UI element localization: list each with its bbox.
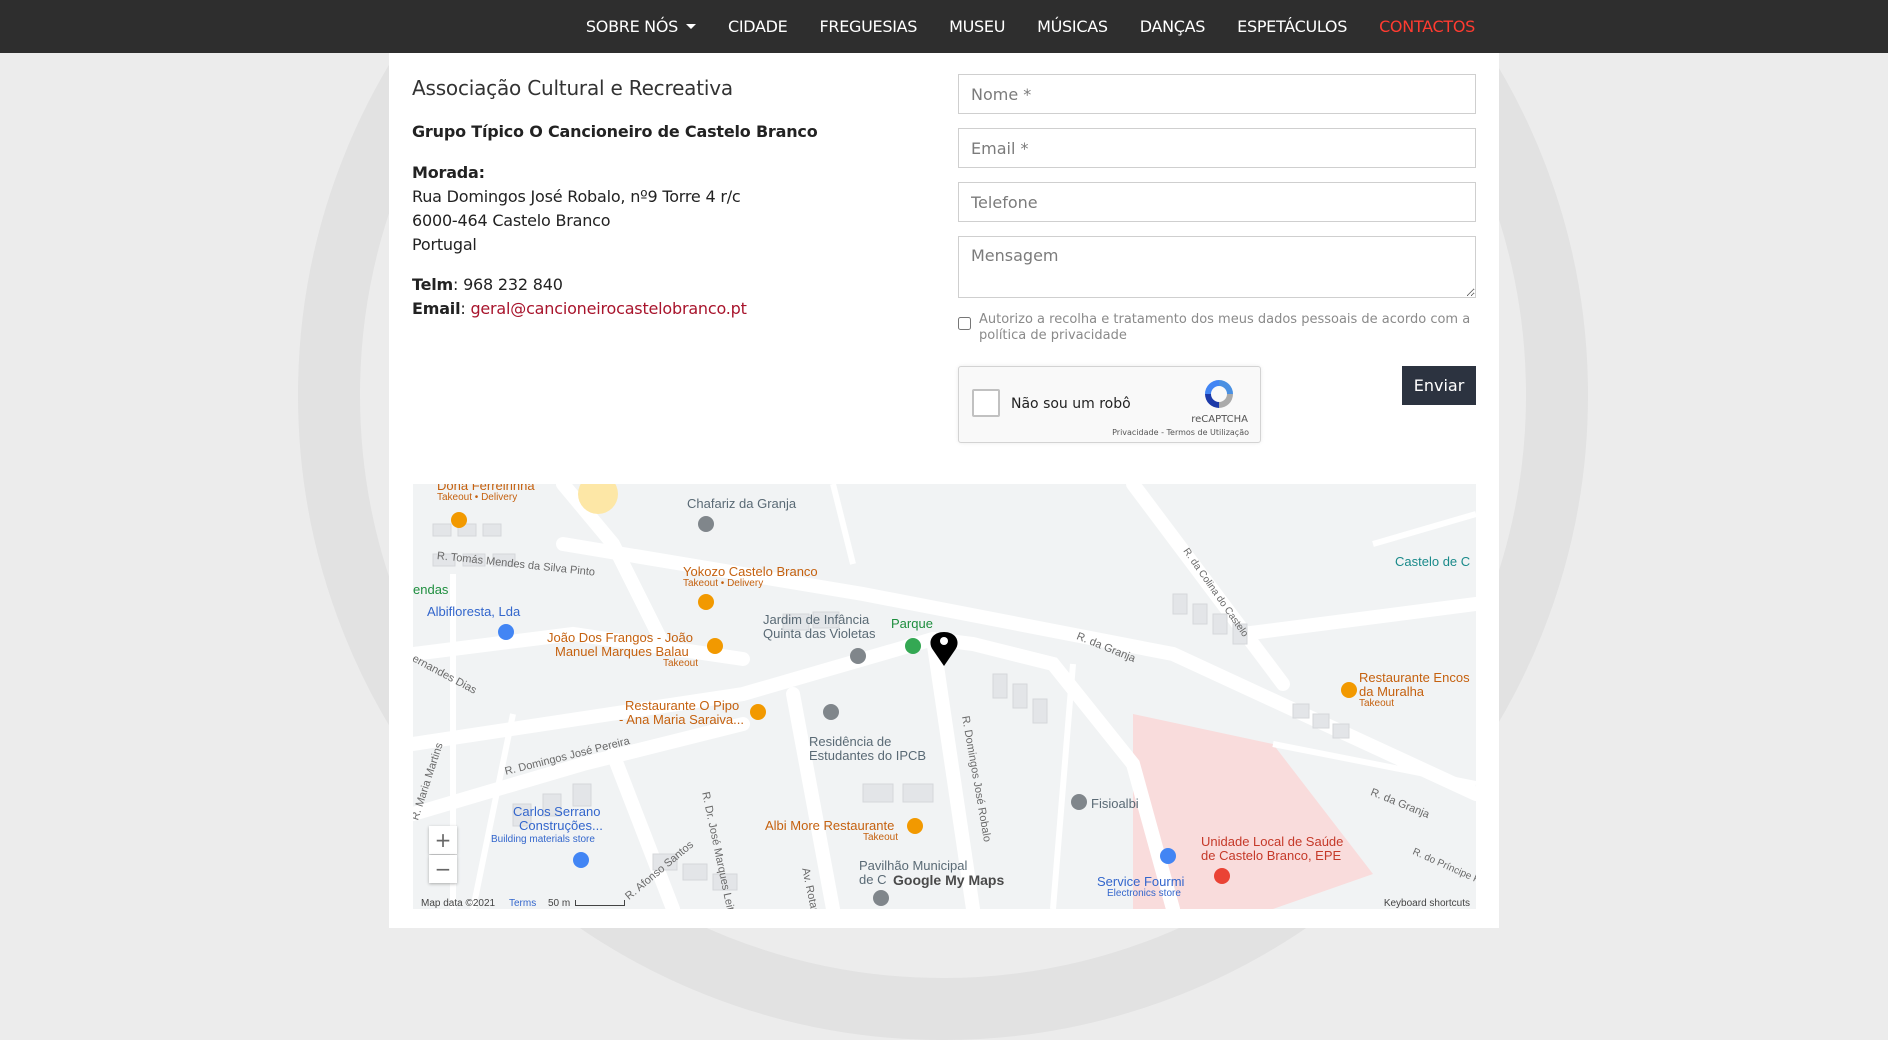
contact-info: Associação Cultural e Recreativa Grupo T…	[412, 76, 932, 321]
recaptcha-widget: Não sou um robô reCAPTCHA Privacidade - …	[958, 366, 1261, 443]
consent-row: Autorizo a recolha e tratamento dos meus…	[958, 312, 1476, 344]
nav-item-dancas[interactable]: DANÇAS	[1140, 17, 1206, 36]
phone-label: Telm	[412, 275, 453, 294]
map-label-unidade-1: Unidade Local de Saúde	[1201, 834, 1344, 849]
map-label-encosta-sub: Takeout	[1359, 698, 1395, 709]
map-label-yokozo: Yokozo Castelo Branco	[683, 564, 818, 579]
map-label-service: Service Fourmi	[1097, 874, 1185, 889]
map-label-pipo-2: - Ana Maria Saraiva...	[619, 712, 744, 727]
email-row: Email: geral@cancioneirocastelobranco.pt	[412, 299, 747, 318]
phone-row: Telm: 968 232 840	[412, 275, 563, 294]
message-textarea[interactable]	[958, 236, 1476, 298]
map-label-albimore: Albi More Restaurante	[765, 818, 895, 833]
nav-item-espetaculos[interactable]: ESPETÁCULOS	[1237, 17, 1347, 36]
map-label-chafariz: Chafariz da Granja	[687, 496, 797, 511]
map-label-building: Building materials store	[491, 834, 595, 845]
send-button[interactable]: Enviar	[1402, 366, 1476, 405]
address-line-1: Rua Domingos José Robalo, nº9 Torre 4 r/…	[412, 187, 741, 206]
keyboard-shortcuts-link[interactable]: Keyboard shortcuts	[1384, 898, 1470, 909]
recaptcha-label: Não sou um robô	[1011, 396, 1131, 412]
navbar: SOBRE NÓS CIDADE FREGUESIAS MUSEU MÚSICA…	[0, 0, 1888, 53]
map-label-joao-1: João Dos Frangos - João	[547, 630, 693, 645]
email-input[interactable]	[958, 128, 1476, 168]
recaptcha-logo-icon	[1205, 380, 1233, 408]
map-label-fisio: Fisioalbi	[1091, 796, 1139, 811]
map-embed[interactable]: Dona Ferreirinha Takeout • Delivery Chaf…	[413, 484, 1476, 909]
map-label-endas: endas	[413, 582, 449, 597]
map-label-dona-sub: Takeout • Delivery	[437, 492, 518, 503]
nav-item-cidade[interactable]: CIDADE	[728, 17, 788, 36]
consent-checkbox[interactable]	[958, 317, 971, 330]
address-line-3: Portugal	[412, 235, 477, 254]
map-label-carlos-1: Carlos Serrano	[513, 804, 601, 819]
map-data-attribution: Map data ©2021	[421, 898, 496, 909]
map-label-castelo: Castelo de C	[1395, 554, 1471, 569]
contact-form: Autorizo a recolha e tratamento dos meus…	[958, 74, 1476, 443]
recaptcha-links[interactable]: Privacidade - Termos de Utilização	[1112, 428, 1249, 437]
email-link[interactable]: geral@cancioneirocastelobranco.pt	[470, 299, 746, 318]
map-label-unidade-2: de Castelo Branco, EPE	[1201, 848, 1342, 863]
association-title: Associação Cultural e Recreativa	[412, 76, 733, 100]
group-name: Grupo Típico O Cancioneiro de Castelo Br…	[412, 122, 818, 141]
map-label-albimore-sub: Takeout	[863, 832, 899, 843]
name-input[interactable]	[958, 74, 1476, 114]
phone-value: 968 232 840	[463, 275, 563, 294]
map-label-pavilhao-1: Pavilhão Municipal	[859, 858, 968, 873]
map-label-carlos-2: Construções...	[519, 818, 603, 833]
map-label-encosta-2: da Muralha	[1359, 684, 1425, 699]
map-scale-bar	[575, 900, 625, 906]
map-label-albiflorestа: Albiflorestа, Lda	[427, 604, 521, 619]
zoom-out-button[interactable]: −	[429, 855, 457, 883]
nav-item-sobre-nos[interactable]: SOBRE NÓS	[586, 17, 696, 36]
nav-item-musicas[interactable]: MÚSICAS	[1037, 17, 1108, 36]
map-label-pavilhao-2: de C	[859, 872, 887, 887]
zoom-in-button[interactable]: +	[429, 826, 457, 854]
consent-text: Autorizo a recolha e tratamento dos meus…	[979, 312, 1471, 343]
map-scale: 50 m	[548, 898, 571, 909]
nav-item-contactos[interactable]: CONTACTOS	[1379, 17, 1475, 36]
phone-input[interactable]	[958, 182, 1476, 222]
map-terms-link[interactable]: Terms	[509, 898, 536, 909]
google-logo: Google My Maps	[893, 872, 1005, 888]
recaptcha-brand: reCAPTCHA	[1191, 414, 1248, 425]
nav-item-museu[interactable]: MUSEU	[949, 17, 1005, 36]
map-label-pipo-1: Restaurante O Pipo	[625, 698, 740, 713]
recaptcha-checkbox[interactable]	[972, 389, 1000, 417]
map-label-yokozo-sub: Takeout • Delivery	[683, 578, 764, 589]
address-line-2: 6000-464 Castelo Branco	[412, 211, 611, 230]
address-label: Morada:	[412, 163, 485, 182]
map-label-joao-2: Manuel Marques Balau	[555, 644, 689, 659]
map-label-joao-sub: Takeout	[663, 658, 699, 669]
map-label-jardim-2: Quinta das Violetas	[763, 626, 876, 641]
map-label-encosta-1: Restaurante Encos	[1359, 670, 1470, 685]
caret-down-icon	[685, 24, 696, 29]
map-label-parque: Parque	[891, 616, 933, 631]
map-label-jardim-1: Jardim de Infância	[763, 612, 870, 627]
map-label-residencia-2: Estudantes do IPCB	[809, 748, 927, 763]
nav-item-freguesias[interactable]: FREGUESIAS	[820, 17, 918, 36]
email-label: Email	[412, 299, 461, 318]
map-label-residencia-1: Residência de	[809, 734, 892, 749]
nav-menu: SOBRE NÓS CIDADE FREGUESIAS MUSEU MÚSICA…	[554, 0, 1475, 53]
map-label-electronics: Electronics store	[1107, 888, 1181, 899]
